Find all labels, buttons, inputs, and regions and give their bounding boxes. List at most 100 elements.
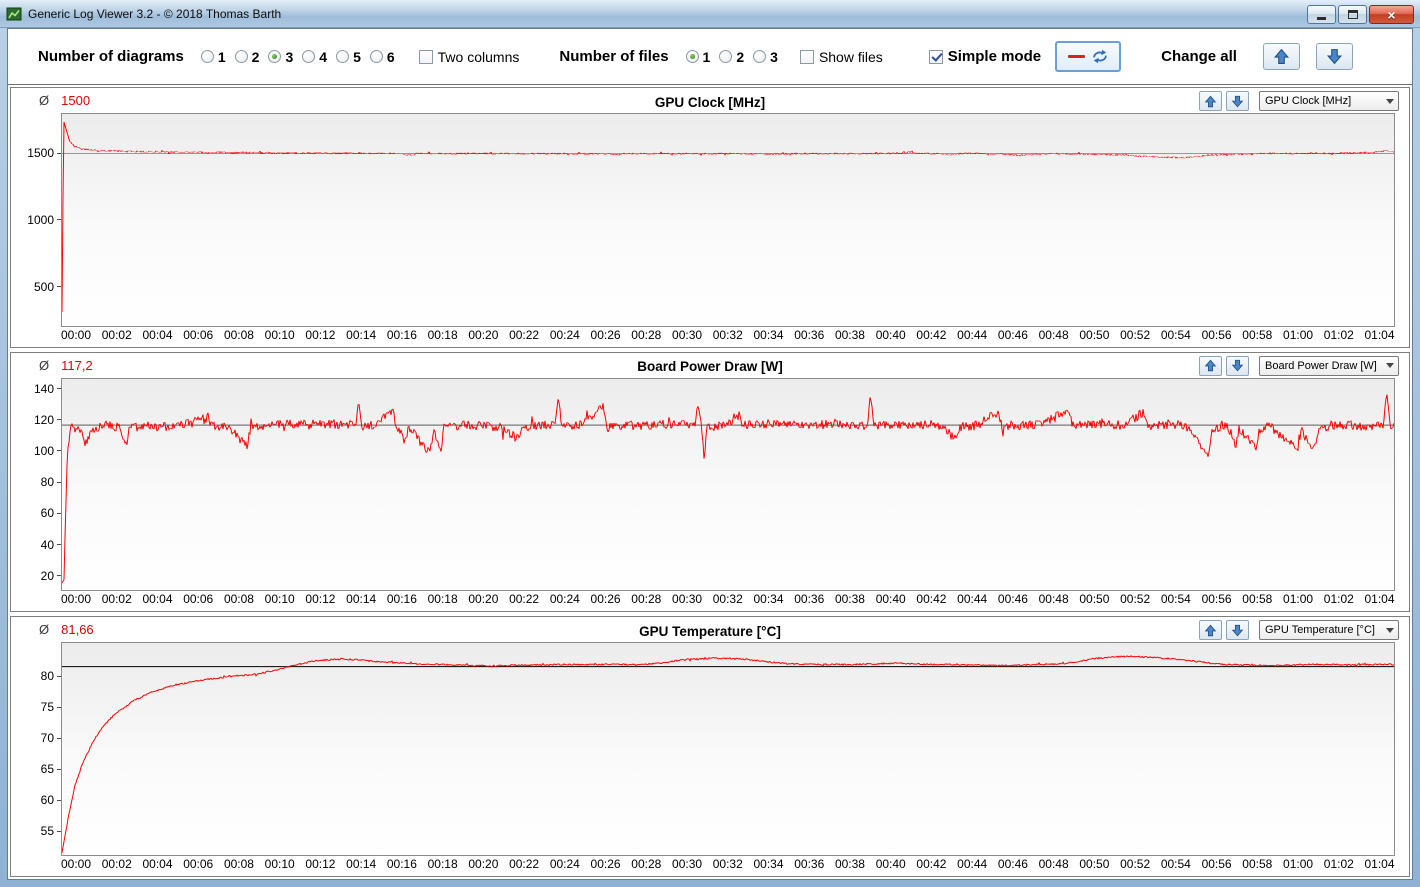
x-tick-label: 00:04 <box>142 857 173 872</box>
checkbox-simple-mode[interactable]: Simple mode <box>928 48 1041 65</box>
radio-circle-icon <box>234 50 248 63</box>
x-tick-label: 00:16 <box>386 857 417 872</box>
radio-file-count-3[interactable]: 3 <box>753 49 778 65</box>
y-tick-label: 80 <box>41 669 61 683</box>
x-tick-label: 00:42 <box>916 592 947 607</box>
chart-plot[interactable] <box>61 377 1395 592</box>
titlebar: Generic Log Viewer 3.2 - © 2018 Thomas B… <box>0 0 1420 28</box>
x-tick-label: 00:42 <box>916 857 947 872</box>
radio-diagram-count-4[interactable]: 4 <box>302 49 327 65</box>
x-tick-label: 00:30 <box>672 857 703 872</box>
minimize-icon <box>1317 17 1326 20</box>
y-tick-label: 1000 <box>27 213 61 227</box>
x-tick-label: 00:40 <box>875 592 906 607</box>
panel-move-up-button[interactable] <box>1199 91 1222 111</box>
x-tick-label: 00:08 <box>223 327 254 342</box>
x-tick-label: 00:18 <box>427 327 458 342</box>
panel-move-down-button[interactable] <box>1226 620 1249 641</box>
x-tick-label: 00:26 <box>590 327 621 342</box>
x-axis-labels: 00:00 00:02 00:04 00:06 00:08 00:10 00:12 00:14… <box>61 328 1395 347</box>
x-tick-label: 00:48 <box>1038 857 1069 872</box>
plot-background <box>62 378 1394 591</box>
panel-move-up-button[interactable] <box>1199 355 1222 376</box>
radio-circle-icon <box>302 50 316 63</box>
chart-row: 20 40 60 80 100 120 140 <box>15 377 1395 592</box>
maximize-button[interactable] <box>1338 5 1367 24</box>
x-axis-labels: 00:00 00:02 00:04 00:06 00:08 00:10 00:12 00:14… <box>61 592 1395 611</box>
x-tick-label: 01:04 <box>1364 857 1395 872</box>
y-tick-label: 100 <box>34 444 61 458</box>
panel-move-down-button[interactable] <box>1226 355 1249 376</box>
window-title: Generic Log Viewer 3.2 - © 2018 Thomas B… <box>28 6 282 21</box>
x-tick-label: 00:30 <box>672 327 703 342</box>
checkbox-two-columns[interactable]: Two columns <box>418 49 519 65</box>
plot-background <box>62 114 1394 326</box>
panel-move-up-button[interactable] <box>1199 620 1222 641</box>
panel-move-down-button[interactable] <box>1226 91 1249 111</box>
x-tick-label: 01:02 <box>1323 592 1354 607</box>
chart-plot[interactable] <box>61 642 1395 857</box>
color-refresh-button[interactable] <box>1055 41 1122 72</box>
panel-gpu-clock-mhz: Ø 1500 GPU Clock [MHz] GPU Clock [MHz] 500 10… <box>10 87 1410 348</box>
panel-controls: Board Power Draw [W] <box>1199 355 1399 376</box>
x-tick-label: 00:38 <box>834 327 865 342</box>
y-axis: 55 60 65 70 75 80 <box>15 642 61 856</box>
x-tick-label: 00:40 <box>875 857 906 872</box>
radio-file-count-2[interactable]: 2 <box>719 49 744 65</box>
x-tick-label: 00:38 <box>834 592 865 607</box>
x-tick-label: 00:50 <box>1079 327 1110 342</box>
y-tick-label: 80 <box>41 475 61 489</box>
x-tick-label: 00:28 <box>631 327 662 342</box>
checkbox-show-files[interactable]: Show files <box>799 49 883 65</box>
close-button[interactable]: × <box>1369 5 1414 24</box>
x-tick-label: 00:28 <box>631 592 662 607</box>
x-tick-label: 00:58 <box>1242 592 1273 607</box>
x-tick-label: 01:00 <box>1283 857 1314 872</box>
y-tick-label: 65 <box>41 762 61 776</box>
y-axis: 500 1000 1500 <box>15 113 61 327</box>
average-value: 81,66 <box>61 622 94 638</box>
label-number-of-files: Number of files <box>559 48 669 65</box>
average-value: 1500 <box>61 93 91 108</box>
x-tick-label: 00:14 <box>346 327 377 342</box>
minimize-button[interactable] <box>1307 5 1336 24</box>
panels-container: Ø 1500 GPU Clock [MHz] GPU Clock [MHz] 500 10… <box>8 85 1412 879</box>
metric-dropdown[interactable]: Board Power Draw [W] <box>1259 355 1399 376</box>
radio-diagram-count-6[interactable]: 6 <box>369 49 395 65</box>
x-tick-label: 00:20 <box>468 857 499 872</box>
x-tick-label: 00:04 <box>142 592 173 607</box>
chart-row: 500 1000 1500 <box>15 113 1395 327</box>
radio-circle-icon <box>753 50 767 63</box>
radio-file-count-1[interactable]: 1 <box>685 49 710 65</box>
x-tick-label: 00:04 <box>142 327 173 342</box>
metric-dropdown[interactable]: GPU Clock [MHz] <box>1259 91 1399 111</box>
x-tick-label: 00:06 <box>183 857 214 872</box>
change-all-up-button[interactable] <box>1262 43 1300 70</box>
down-arrow-icon <box>1231 624 1244 637</box>
metric-dropdown[interactable]: GPU Temperature [°C] <box>1259 620 1399 641</box>
down-arrow-icon <box>1231 95 1244 108</box>
x-tick-label: 01:02 <box>1323 857 1354 872</box>
radio-diagram-count-2[interactable]: 2 <box>234 49 259 65</box>
x-tick-label: 00:36 <box>794 857 825 872</box>
diagram-count-radios: 123456 <box>192 49 395 65</box>
x-tick-label: 00:26 <box>590 592 621 607</box>
checkbox-icon <box>928 49 943 64</box>
panel-header: Ø 1500 GPU Clock [MHz] GPU Clock [MHz] <box>11 88 1409 113</box>
x-tick-label: 00:52 <box>1120 327 1151 342</box>
y-tick-label: 60 <box>41 793 61 807</box>
radio-diagram-count-5[interactable]: 5 <box>336 49 361 65</box>
panel-gpu-temperature-c: Ø 81,66 GPU Temperature [°C] GPU Temperatur… <box>10 616 1410 878</box>
y-tick-label: 140 <box>34 382 61 396</box>
x-tick-label: 00:32 <box>712 592 743 607</box>
average-readout: Ø 117,2 <box>39 358 93 373</box>
radio-circle-icon <box>685 50 699 63</box>
y-tick-label: 70 <box>41 731 61 745</box>
x-tick-label: 00:18 <box>427 592 458 607</box>
radio-diagram-count-1[interactable]: 1 <box>200 49 226 65</box>
radio-diagram-count-3[interactable]: 3 <box>268 49 293 65</box>
change-all-down-button[interactable] <box>1315 43 1353 70</box>
file-count-radios: 123 <box>677 49 778 65</box>
metric-dropdown-value: GPU Temperature [°C] <box>1265 624 1375 637</box>
chart-plot[interactable] <box>61 113 1395 327</box>
